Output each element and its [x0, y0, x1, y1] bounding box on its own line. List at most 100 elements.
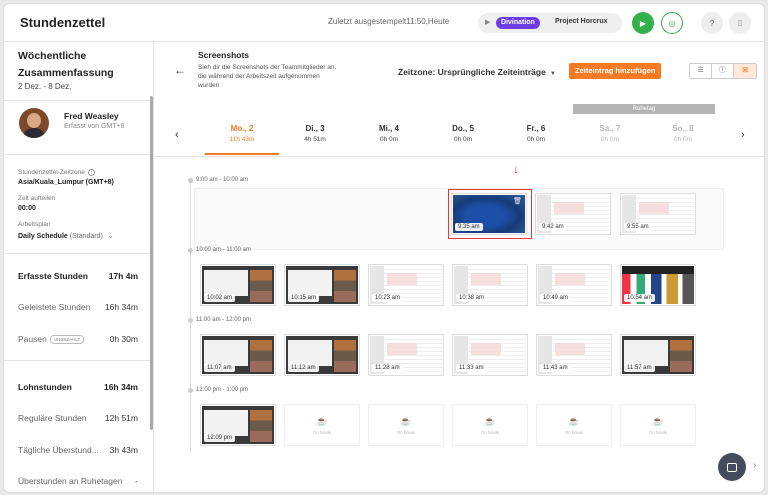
chevron-right-icon[interactable]: › — [753, 460, 756, 471]
screenshot-time: 12:09 pm — [204, 434, 236, 442]
screenshot-time: 9:55 am — [624, 223, 652, 231]
timezone-select-label: Zeitzone: Ursprüngliche Zeiteinträge — [398, 67, 546, 77]
divider — [4, 360, 154, 361]
schedule-label: Arbeitsplan — [18, 221, 51, 228]
list-icon[interactable]: ☰ — [690, 64, 712, 78]
screenshot-thumbnail[interactable]: 10:38 am — [452, 264, 528, 306]
play-icon[interactable]: ▶ — [485, 18, 490, 26]
screenshot-thumbnail[interactable]: 11:28 am — [368, 334, 444, 376]
divider — [4, 100, 154, 101]
play-icon: ▶ — [639, 18, 647, 28]
screenshot-thumbnail[interactable]: 10:49 am — [536, 264, 612, 306]
worked-hours-row: Geleistete Stunden 16h 34m — [18, 302, 138, 312]
screenshot-time: 11:28 am — [372, 364, 403, 372]
screenshot-thumbnail[interactable]: 11:43 am — [536, 334, 612, 376]
hour-range-label: 12:00 pm - 1:00 pm — [196, 387, 249, 393]
top-bar: Stundenzettel Zuletzt ausgestempelt11:50… — [4, 4, 764, 42]
day-hours: 11h 43m — [229, 136, 255, 143]
screenshot-thumbnail[interactable]: 11:33 am — [452, 334, 528, 376]
user-button[interactable]: ◎ — [661, 12, 683, 34]
day-tab-sun[interactable]: So., 8 0h 0m — [646, 124, 720, 143]
daily-overtime-value: 3h 43m — [109, 445, 138, 455]
chevron-right-icon[interactable]: › — [741, 129, 745, 141]
screenshot-thumbnail[interactable]: 12:09 pm — [200, 404, 276, 446]
screenshot-thumbnail[interactable]: 11:12 am — [284, 334, 360, 376]
day-tab-wed[interactable]: Mi., 4 0h 0m — [352, 124, 426, 143]
daily-overtime-row: Tägliche Überstund... 3h 43m — [18, 445, 138, 455]
screenshot-time: 11:07 am — [204, 364, 235, 372]
day-tab-sat[interactable]: Sa., 7 0h 0m — [573, 124, 647, 143]
unpaid-badge: UNBEZAHLT — [49, 335, 85, 345]
screenshot-time: 11:33 am — [456, 364, 487, 372]
active-day-indicator — [205, 153, 279, 155]
breaks-label: Pausen — [18, 334, 47, 344]
worked-hours-label: Geleistete Stunden — [18, 302, 91, 312]
pay-hours-value: 16h 34m — [103, 382, 138, 392]
gallery-icon[interactable]: ⊠ — [734, 64, 756, 78]
add-time-entry-button[interactable]: Zeiteintrag hinzufügen — [569, 63, 662, 79]
chevron-left-icon[interactable]: ‹ — [175, 129, 179, 141]
screenshot-thumbnail[interactable]: 10:15 am — [284, 264, 360, 306]
summary-range: 2 Dez. - 8 Dez. — [18, 82, 72, 91]
info-icon[interactable]: i — [87, 169, 95, 176]
summary-title: Wöchentliche Zusammenfassung — [18, 50, 114, 79]
caret-down-icon: ▼ — [549, 71, 556, 77]
rest-day-overtime-label: Überstunden an Ruhetagen — [18, 476, 123, 486]
arrow-left-icon[interactable]: ← — [174, 63, 186, 77]
timeline-dot — [188, 178, 193, 183]
arrow-down-icon: ↓ — [513, 162, 519, 176]
screenshot-thumbnail[interactable]: 10:02 am — [200, 264, 276, 306]
selected-screenshot-highlight — [448, 189, 532, 239]
timezone-select[interactable]: Zeitzone: Ursprüngliche Zeiteinträge ▼ — [398, 67, 556, 77]
split-time-label: Zeit aufteilen — [18, 195, 56, 202]
start-timer-button[interactable]: ▶ — [632, 12, 654, 34]
sidebar-scrollbar[interactable] — [150, 96, 153, 430]
pay-hours-label: Lohnstunden — [18, 382, 72, 392]
screenshot-thumbnail[interactable]: 11:07 am — [200, 334, 276, 376]
screenshot-thumbnail[interactable]: 9:42 am — [535, 193, 611, 235]
screenshot-time: 11:12 am — [288, 364, 319, 372]
screenshot-thumbnail[interactable]: 11:57 am — [620, 334, 696, 376]
split-time-value: 00:00 — [18, 205, 36, 212]
chat-button[interactable] — [718, 453, 746, 481]
day-tab-thu[interactable]: Do., 5 0h 0m — [426, 124, 500, 143]
timeline-dot — [188, 388, 193, 393]
sidebar: Wöchentliche Zusammenfassung 2 Dez. - 8 … — [4, 42, 154, 492]
project-badge: Divination — [496, 17, 540, 29]
tracked-hours-row: Erfasste Stunden 17h 4m — [18, 271, 138, 281]
user-icon: ◎ — [668, 18, 676, 28]
help-button[interactable]: ? — [701, 12, 723, 34]
screenshot-thumbnail[interactable]: 10:54 am — [620, 264, 696, 306]
screenshot-time: 10:02 am — [204, 294, 236, 302]
timezone-label-text: Stundenzettel-Zeitzone — [18, 169, 85, 176]
day-tab-fri[interactable]: Fr., 6 0h 0m — [499, 124, 573, 143]
screenshot-thumbnail[interactable]: 9:55 am — [620, 193, 696, 235]
break-label: On break — [648, 429, 668, 435]
schedule-select[interactable]: Daily Schedule (Standard) ⌄ — [18, 232, 114, 240]
day-name: Di., 3 — [305, 124, 325, 133]
breaks-row: Pausen UNBEZAHLT 0h 30m — [18, 334, 138, 345]
daily-overtime-label: Tägliche Überstund... — [18, 445, 99, 455]
day-name: Do., 5 — [452, 124, 474, 133]
break-label: On break — [480, 429, 500, 435]
regular-hours-row: Reguläre Stunden 12h 51m — [18, 413, 138, 423]
avatar — [19, 108, 49, 138]
day-hours: 0h 0m — [526, 136, 546, 143]
info-icon[interactable]: ⓘ — [712, 64, 734, 78]
apps-button[interactable]: ⁞⁞ — [729, 12, 751, 34]
timer-widget[interactable]: ▶ Divination Project Horcrux — [478, 13, 622, 33]
day-tab-tue[interactable]: Di., 3 4h 51m — [278, 124, 352, 143]
screenshot-thumbnail[interactable]: 10:23 am — [368, 264, 444, 306]
help-icon: ? — [709, 18, 715, 28]
breaks-value: 0h 30m — [109, 334, 138, 344]
day-tab-mon[interactable]: Mo., 2 11h 43m — [205, 124, 279, 143]
grid-icon: ⁞⁞ — [737, 18, 743, 28]
day-name: So., 8 — [672, 124, 694, 133]
task-name: Project Horcrux — [555, 18, 608, 25]
screenshot-time: 11:43 am — [540, 364, 571, 372]
tracked-hours-label: Erfasste Stunden — [18, 271, 88, 281]
last-clock-out: Zuletzt ausgestempelt11:50,Heute — [328, 17, 450, 26]
schedule-note: (Standard) — [69, 233, 103, 240]
day-hours: 4h 51m — [304, 136, 326, 143]
coffee-cup-icon: ☕ — [316, 415, 328, 426]
